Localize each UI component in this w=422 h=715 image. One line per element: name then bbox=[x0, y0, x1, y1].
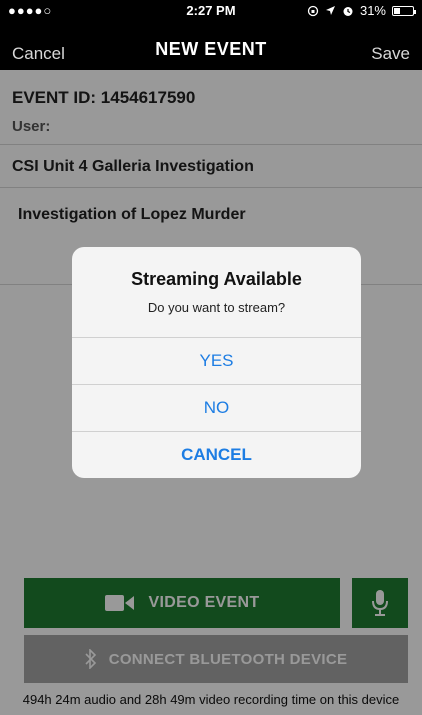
alert-title: Streaming Available bbox=[131, 269, 302, 289]
nav-save-button[interactable]: Save bbox=[371, 44, 410, 64]
status-right-group: 31% bbox=[307, 3, 416, 18]
battery-percent: 31% bbox=[359, 3, 386, 18]
screen-lock-icon bbox=[307, 5, 319, 16]
location-arrow-icon bbox=[325, 6, 335, 15]
battery-icon bbox=[392, 5, 416, 16]
streaming-alert-dialog: Streaming Available Do you want to strea… bbox=[72, 247, 361, 478]
status-bar: ●●●●○ 2:27 PM 31% bbox=[0, 0, 422, 20]
alert-cancel-button[interactable]: CANCEL bbox=[72, 431, 361, 478]
alert-yes-button[interactable]: YES bbox=[72, 337, 361, 384]
alert-no-button[interactable]: NO bbox=[72, 384, 361, 431]
page-title: NEW EVENT bbox=[155, 39, 267, 59]
alert-message: Do you want to stream? bbox=[147, 300, 286, 315]
navigation-bar: Cancel NEW EVENT Save bbox=[0, 20, 422, 70]
alarm-icon bbox=[343, 6, 353, 16]
